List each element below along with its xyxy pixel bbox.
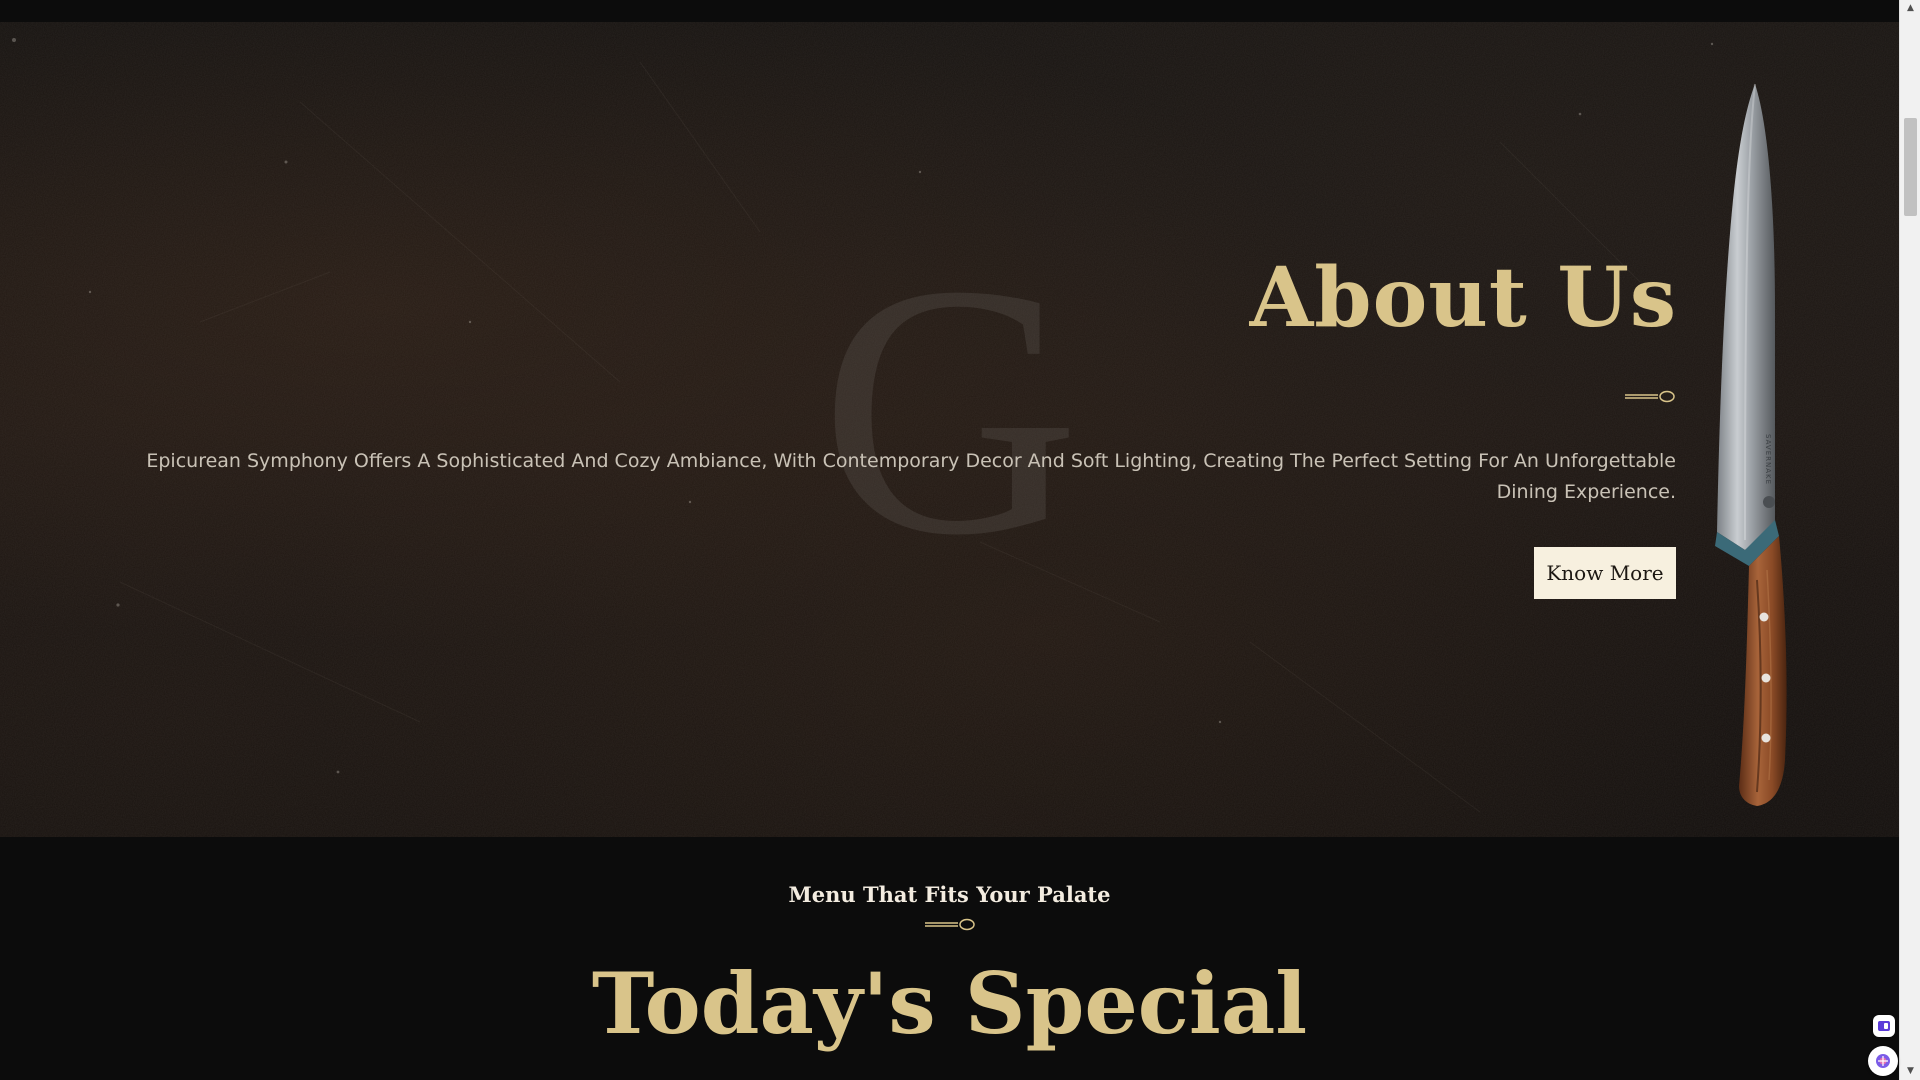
top-strip <box>0 0 1899 22</box>
menu-subtitle: Menu That Fits Your Palate <box>788 882 1111 907</box>
vertical-scrollbar[interactable]: ▲ ▼ <box>1899 0 1920 1080</box>
knife-brand: SAVERNAKE <box>1764 434 1772 485</box>
cutlery-divider-icon <box>1625 390 1675 403</box>
scroll-up-arrow-icon[interactable]: ▲ <box>1900 0 1920 17</box>
about-description: Epicurean Symphony Offers A Sophisticate… <box>146 450 1676 503</box>
cutlery-divider-icon <box>925 918 975 931</box>
assistant-icon[interactable] <box>1868 1046 1898 1076</box>
menu-section: Menu That Fits Your Palate Today's Speci… <box>0 837 1899 1080</box>
page: G About Us Epicurean Symphony Offers A S… <box>0 0 1920 1080</box>
extension-icon[interactable] <box>1873 1015 1895 1037</box>
assistant-glyph-icon <box>1876 1054 1890 1068</box>
scroll-down-arrow-icon[interactable]: ▼ <box>1900 1063 1920 1080</box>
know-more-button[interactable]: Know More <box>1534 547 1676 599</box>
watermark-letter: G <box>820 210 1080 609</box>
scroll-thumb[interactable] <box>1904 118 1917 216</box>
about-section: G About Us Epicurean Symphony Offers A S… <box>0 22 1899 837</box>
about-title: About Us <box>1249 250 1677 346</box>
chef-knife-image: SAVERNAKE <box>1715 83 1787 806</box>
extension-glyph-icon <box>1878 1021 1890 1031</box>
menu-title: Today's Special <box>591 954 1308 1053</box>
